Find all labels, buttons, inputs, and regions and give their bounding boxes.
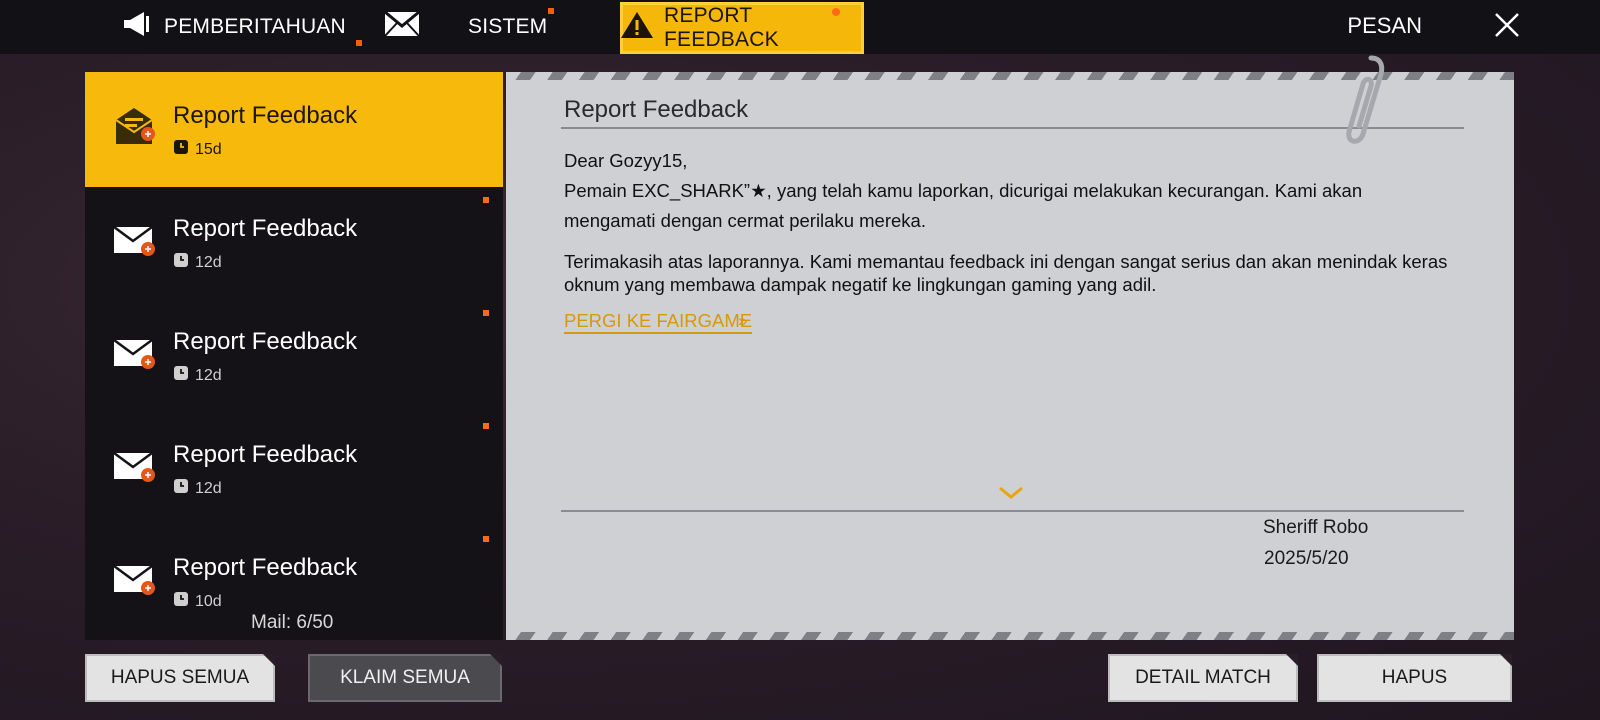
mail-time: 10d (173, 591, 222, 612)
mail-time-value: 12d (195, 366, 222, 384)
paperclip-icon (1333, 50, 1389, 155)
close-icon (1493, 11, 1521, 44)
tab-label: SISTEM (468, 15, 548, 38)
mail-time-value: 10d (195, 592, 222, 610)
message-greeting: Dear Gozyy15, (564, 150, 688, 171)
mail-item[interactable]: Report Feedback 12d (85, 298, 503, 413)
message-paragraph-1: Pemain EXC_SHARK”★, yang telah kamu lapo… (564, 180, 1363, 231)
button-label: KLAIM SEMUA (340, 667, 470, 688)
mail-title: Report Feedback (173, 554, 358, 581)
clock-icon (173, 365, 189, 386)
mail-time: 12d (173, 252, 222, 273)
mail-title: Report Feedback (173, 215, 358, 242)
message-panel: Report Feedback Dear Gozyy15, Pemain EXC… (506, 72, 1514, 640)
mail-title: Report Feedback (173, 102, 358, 129)
divider (561, 510, 1464, 512)
mail-item[interactable]: Report Feedback 12d (85, 185, 503, 300)
button-label: HAPUS SEMUA (110, 667, 250, 688)
corner-notch (490, 654, 502, 666)
clock-icon (173, 139, 189, 160)
chevron-down-icon[interactable] (998, 486, 1024, 505)
top-bar: PEMBERITAHUAN SISTEM REPORT FEEDBACK PES… (0, 0, 1600, 54)
divider (561, 127, 1464, 129)
button-label: HAPUS (1381, 667, 1448, 688)
unread-dot (483, 536, 489, 542)
detail-match-button[interactable]: DETAIL MATCH (1108, 654, 1298, 702)
mail-item[interactable]: Report Feedback 15d (85, 72, 503, 187)
mail-item[interactable]: Report Feedback 12d (85, 411, 503, 526)
tab-report-feedback[interactable]: REPORT FEEDBACK (620, 2, 864, 54)
megaphone-icon (122, 10, 154, 44)
corner-notch (263, 654, 275, 666)
mail-feedback-icon (112, 332, 160, 377)
mail-feedback-icon (112, 106, 160, 151)
mail-time: 15d (173, 139, 222, 160)
button-label: DETAIL MATCH (1135, 667, 1271, 688)
stripe-border-bottom (506, 632, 1514, 640)
envelope-icon (384, 10, 420, 43)
mail-time: 12d (173, 478, 222, 499)
unread-dot (483, 423, 489, 429)
corner-notch (1500, 654, 1512, 666)
message-date: 2025/5/20 (1264, 548, 1349, 569)
delete-all-button[interactable]: HAPUS SEMUA (85, 654, 275, 702)
message-title: Report Feedback (564, 96, 749, 123)
mail-time-value: 12d (195, 479, 222, 497)
decor-dot (356, 40, 362, 46)
message-paragraph-2: Terimakasih atas laporannya. Kami memant… (564, 251, 1448, 295)
mail-feedback-icon (112, 219, 160, 264)
mail-title: Report Feedback (173, 441, 358, 468)
unread-dot (483, 197, 489, 203)
tab-sistem[interactable]: SISTEM (384, 0, 547, 54)
decor-dot (548, 8, 554, 14)
delete-button[interactable]: HAPUS (1317, 654, 1512, 702)
mail-time-value: 12d (195, 253, 222, 271)
clock-icon (173, 252, 189, 273)
claim-all-button[interactable]: KLAIM SEMUA (308, 654, 502, 702)
mail-feedback-icon (112, 445, 160, 490)
fairgame-link[interactable]: PERGI KE FAIRGAME (564, 310, 753, 334)
mail-time: 12d (173, 365, 222, 386)
notification-dot (832, 8, 840, 16)
close-button[interactable] (1480, 6, 1534, 48)
clock-icon (173, 591, 189, 612)
double-chevron-icon: » (738, 311, 748, 330)
mail-title: Report Feedback (173, 328, 358, 355)
page-title: PESAN (1347, 13, 1422, 38)
tab-label: PEMBERITAHUAN (164, 15, 346, 38)
mail-feedback-icon (112, 558, 160, 603)
mail-count: Mail: 6/50 (251, 612, 334, 633)
mail-time-value: 15d (195, 140, 222, 158)
mail-list[interactable]: Report Feedback 15d Report Feedback 12d … (85, 72, 503, 640)
warning-icon (620, 10, 654, 46)
unread-dot (483, 310, 489, 316)
clock-icon (173, 478, 189, 499)
corner-notch (1286, 654, 1298, 666)
tab-pemberitahuan[interactable]: PEMBERITAHUAN (122, 0, 346, 54)
message-sender: Sheriff Robo (1263, 517, 1369, 538)
